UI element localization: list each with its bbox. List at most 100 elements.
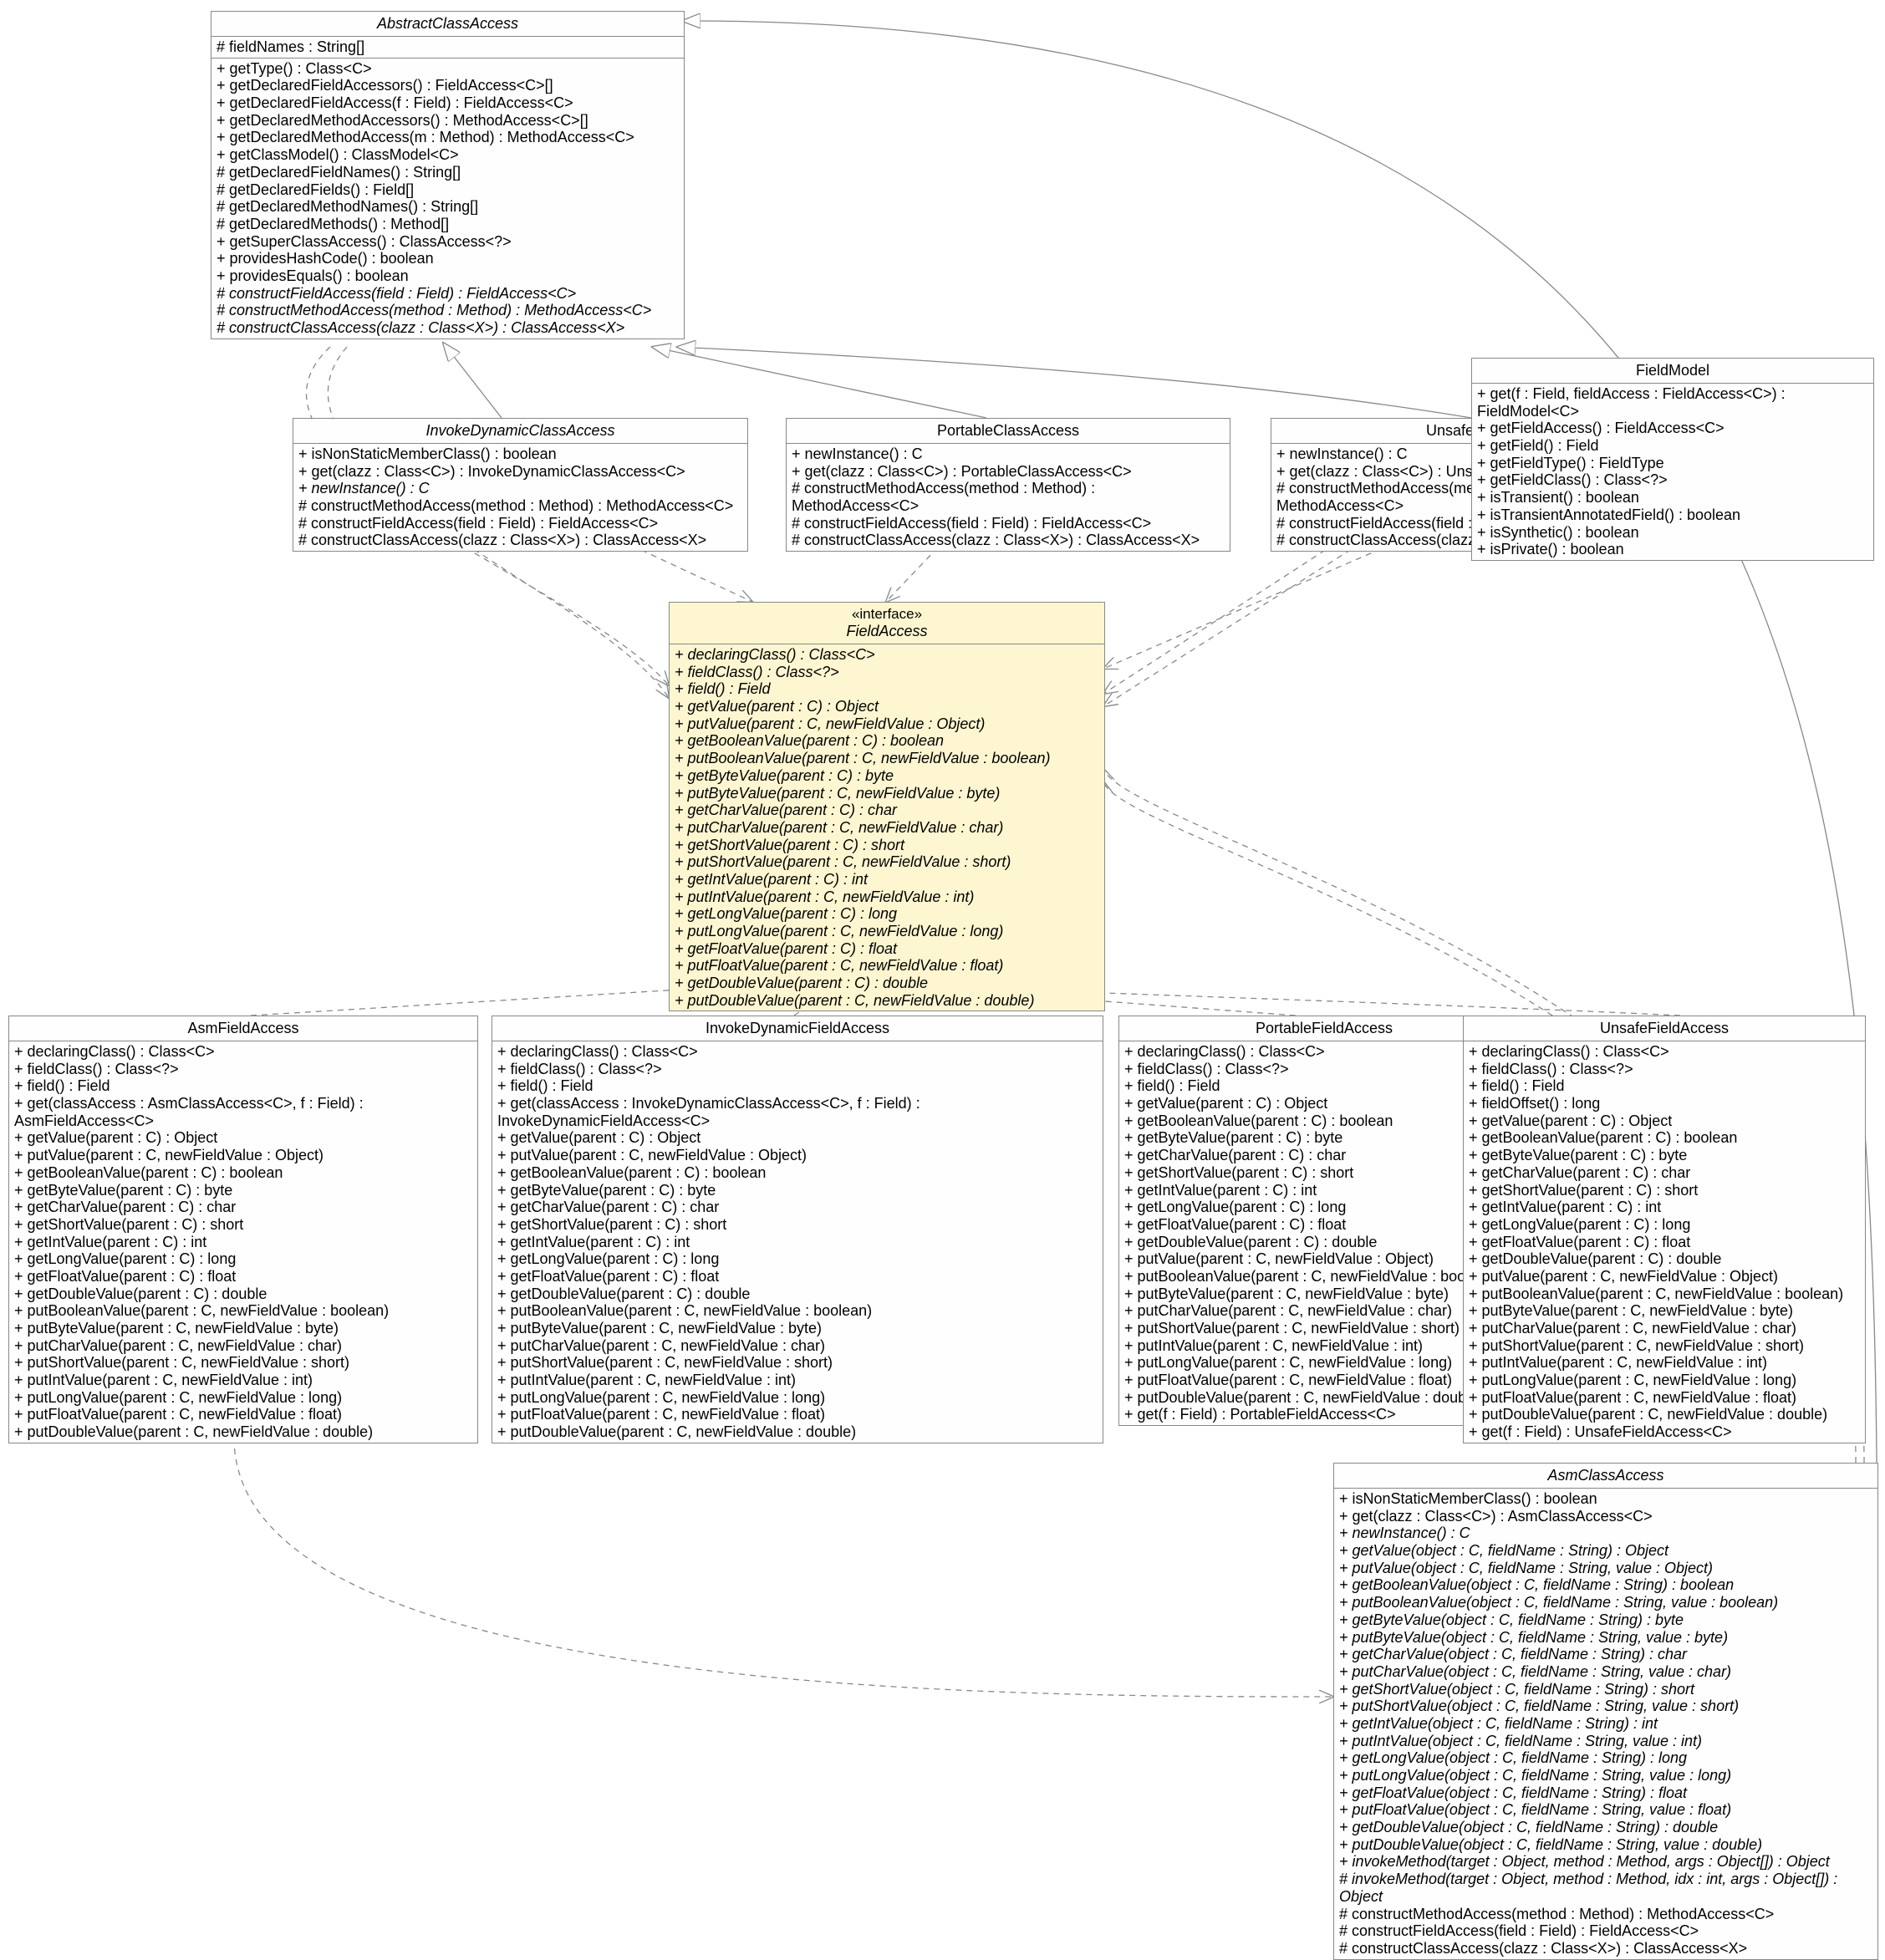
class-InvokeDynamicClassAccess: InvokeDynamicClassAccess+ isNonStaticMem… — [293, 418, 748, 552]
method-row: + newInstance() : C — [792, 445, 1225, 463]
method-row: + putShortValue(parent : C, newFieldValu… — [675, 853, 1099, 871]
method-row: + getDoubleValue(parent : C) : double — [1469, 1250, 1860, 1268]
method-row: + getBooleanValue(parent : C) : boolean — [675, 732, 1099, 750]
method-row: + declaringClass() : Class<C> — [675, 646, 1099, 664]
method-row: + get(clazz : Class<C>) : AsmClassAccess… — [1339, 1508, 1872, 1525]
method-row: + putIntValue(object : C, fieldName : St… — [1339, 1733, 1872, 1750]
method-row: + invokeMethod(target : Object, method :… — [1339, 1853, 1872, 1871]
method-row: + putDoubleValue(parent : C, newFieldVal… — [1469, 1406, 1860, 1423]
method-row: + getType() : Class<C> — [217, 60, 679, 78]
method-row: + putDoubleValue(parent : C, newFieldVal… — [497, 1423, 1098, 1441]
edge-UnsafeClassAccess-FieldAccess — [1103, 532, 1421, 669]
method-row: + getValue(parent : C) : Object — [675, 698, 1099, 715]
method-row: + getDoubleValue(object : C, fieldName :… — [1339, 1819, 1872, 1836]
method-row: + putCharValue(parent : C, newFieldValue… — [14, 1337, 472, 1355]
method-row: + declaringClass() : Class<C> — [497, 1043, 1098, 1061]
methods-compartment: + isNonStaticMemberClass() : boolean+ ge… — [293, 444, 747, 551]
method-row: + getShortValue(parent : C) : short — [497, 1216, 1098, 1234]
method-row: # constructFieldAccess(field : Field) : … — [217, 285, 679, 303]
method-row: + isTransientAnnotatedField() : boolean — [1477, 507, 1868, 524]
method-row: + fieldClass() : Class<?> — [675, 664, 1099, 681]
method-row: + newInstance() : C — [1339, 1525, 1872, 1542]
methods-compartment: + declaringClass() : Class<C>+ fieldClas… — [1464, 1041, 1865, 1443]
methods-compartment: + getType() : Class<C> + getDeclaredField… — [211, 59, 684, 339]
method-row: + putValue(parent : C, newFieldValue : O… — [1469, 1268, 1860, 1285]
class-FieldAccess: «interface»FieldAccess+ declaringClass()… — [669, 602, 1105, 1011]
field-row: # fieldNames : String[] — [217, 38, 679, 56]
class-title: AbstractClassAccess — [211, 12, 684, 37]
class-name: AsmClassAccess — [1547, 1467, 1663, 1484]
method-row: + getFieldType() : FieldType — [1477, 455, 1868, 472]
method-row: + field() : Field — [14, 1077, 472, 1095]
method-row: + getShortValue(parent : C) : short — [1469, 1182, 1860, 1199]
class-name: AbstractClassAccess — [377, 15, 518, 32]
method-row: # getDeclaredMethods() : Method[] — [217, 216, 679, 233]
method-row: + putValue(object : C, fieldName : Strin… — [1339, 1560, 1872, 1577]
class-AsmClassAccess: AsmClassAccess + isNonStaticMemberClass()… — [1333, 1463, 1878, 1960]
class-name: AsmFieldAccess — [187, 1020, 298, 1036]
method-row: + providesEquals() : boolean — [217, 267, 679, 285]
method-row: + field() : Field — [1469, 1077, 1860, 1095]
class-FieldModel: FieldModel+ get(f : Field, fieldAccess :… — [1471, 358, 1874, 561]
methods-compartment: + isNonStaticMemberClass() : boolean+ ge… — [1334, 1489, 1877, 1959]
method-row: + isNonStaticMemberClass() : boolean — [298, 445, 742, 463]
method-row: + putByteValue(parent : C, newFieldValue… — [497, 1320, 1098, 1337]
method-row: + putValue(parent : C, newFieldValue : O… — [14, 1147, 472, 1164]
method-row: + putByteValue(parent : C, newFieldValue… — [1469, 1302, 1860, 1320]
stereotype: «interface» — [675, 606, 1099, 623]
method-row: + getCharValue(parent : C) : char — [14, 1199, 472, 1216]
method-row: + getDeclaredMethodAccessors() : MethodA… — [217, 112, 679, 130]
method-row: # constructFieldAccess(field : Field) : … — [792, 515, 1225, 532]
method-row: + getIntValue(parent : C) : int — [14, 1234, 472, 1251]
method-row: + getDeclaredFieldAccess(f : Field) : Fi… — [217, 94, 679, 112]
method-row: + putBooleanValue(parent : C, newFieldVa… — [14, 1302, 472, 1320]
method-row: + putFloatValue(parent : C, newFieldValu… — [14, 1406, 472, 1423]
method-row: + putCharValue(parent : C, newFieldValue… — [497, 1337, 1098, 1355]
methods-compartment: + get(f : Field, fieldAccess : FieldAcce… — [1472, 384, 1873, 560]
method-row: + getValue(parent : C) : Object — [1469, 1112, 1860, 1130]
edge-UnsafeClassAccess-AbstractClassAccess — [677, 347, 1471, 418]
method-row: + get(f : Field, fieldAccess : FieldAcce… — [1477, 385, 1868, 420]
method-row: + isTransient() : boolean — [1477, 489, 1868, 507]
method-row: + getFloatValue(parent : C) : float — [1469, 1234, 1860, 1251]
method-row: + getDoubleValue(parent : C) : double — [14, 1285, 472, 1303]
method-row: + getDoubleValue(parent : C) : double — [497, 1285, 1098, 1303]
class-title: AsmFieldAccess — [9, 1016, 477, 1041]
method-row: + getByteValue(parent : C) : byte — [497, 1182, 1098, 1199]
method-row: + putIntValue(parent : C, newFieldValue … — [14, 1372, 472, 1389]
methods-compartment: + declaringClass() : Class<C>+ fieldClas… — [492, 1041, 1103, 1443]
method-row: + getBooleanValue(parent : C) : boolean — [1469, 1129, 1860, 1147]
method-row: + getDoubleValue(parent : C) : double — [675, 975, 1099, 992]
method-row: + isPrivate() : boolean — [1477, 541, 1868, 558]
method-row: + putFloatValue(parent : C, newFieldValu… — [497, 1406, 1098, 1423]
method-row: + getCharValue(parent : C) : char — [1469, 1164, 1860, 1182]
class-AbstractClassAccess: AbstractClassAccess # fieldNames : String… — [211, 11, 685, 339]
method-row: + getIntValue(parent : C) : int — [675, 871, 1099, 888]
class-title: InvokeDynamicClassAccess — [293, 419, 747, 444]
method-row: # constructFieldAccess(field : Field) : … — [1339, 1922, 1872, 1940]
method-row: + putBooleanValue(parent : C, newFieldVa… — [1469, 1285, 1860, 1303]
fields-compartment: # fieldNames : String[] — [211, 37, 684, 59]
method-row: + putBooleanValue(parent : C, newFieldVa… — [497, 1302, 1098, 1320]
class-title: FieldModel — [1472, 359, 1873, 384]
method-row: + getBooleanValue(object : C, fieldName … — [1339, 1576, 1872, 1594]
method-row: # constructClassAccess(clazz : Class<X>)… — [217, 319, 679, 337]
method-row: + getSuperClassAccess() : ClassAccess<?> — [217, 233, 679, 251]
method-row: + getCharValue(object : C, fieldName : S… — [1339, 1646, 1872, 1663]
method-row: + get(f : Field) : UnsafeFieldAccess<C> — [1469, 1423, 1860, 1441]
method-row: + fieldOffset() : long — [1469, 1095, 1860, 1112]
method-row: + getShortValue(parent : C) : short — [675, 837, 1099, 854]
method-row: + getLongValue(parent : C) : long — [1469, 1216, 1860, 1234]
method-row: + putDoubleValue(parent : C, newFieldVal… — [14, 1423, 472, 1441]
method-row: + putDoubleValue(object : C, fieldName :… — [1339, 1836, 1872, 1854]
method-row: + getClassModel() : ClassModel<C> — [217, 146, 679, 164]
method-row: + newInstance() : C — [298, 480, 742, 497]
method-row: + getShortValue(parent : C) : short — [14, 1216, 472, 1234]
method-row: + getIntValue(parent : C) : int — [1469, 1199, 1860, 1216]
method-row: # getDeclaredFields() : Field[] — [217, 181, 679, 199]
method-row: + putShortValue(parent : C, newFieldValu… — [1469, 1337, 1860, 1355]
method-row: + providesHashCode() : boolean — [217, 250, 679, 267]
method-row: + get(clazz : Class<C>) : InvokeDynamicC… — [298, 463, 742, 481]
method-row: + field() : Field — [675, 680, 1099, 698]
method-row: + putValue(parent : C, newFieldValue : O… — [675, 715, 1099, 733]
